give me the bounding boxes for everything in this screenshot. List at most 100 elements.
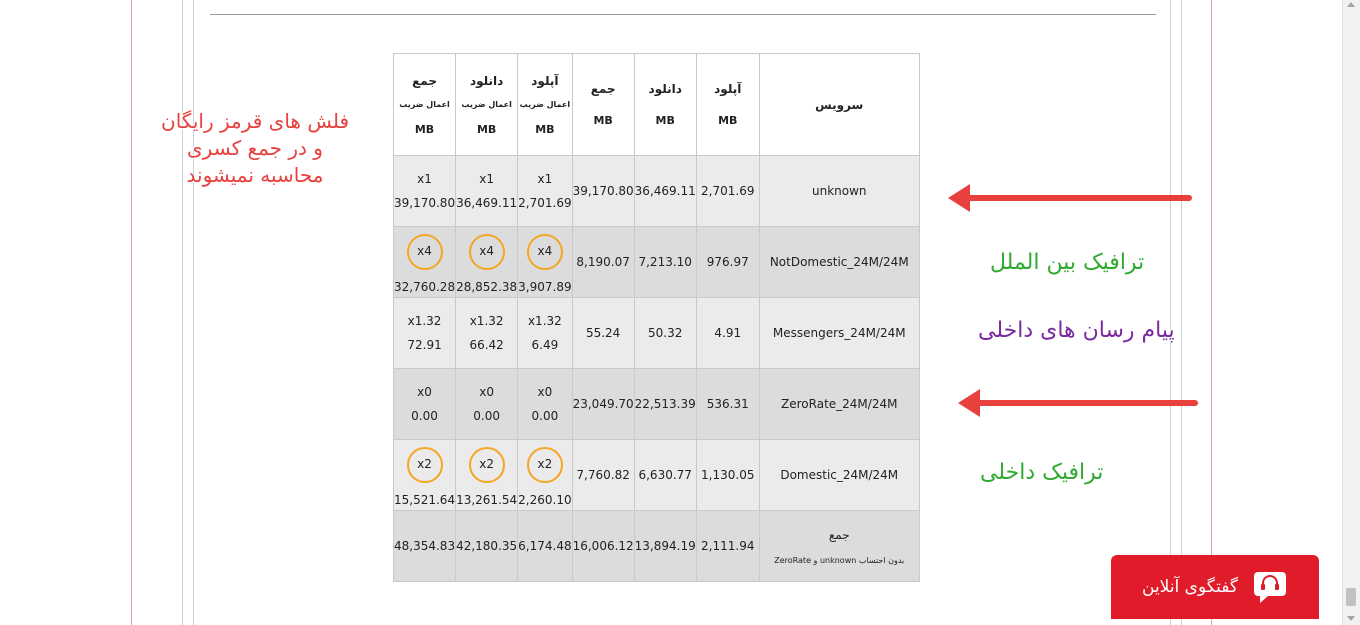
header-download: دانلود MB: [633, 53, 697, 156]
table-row: x4 32,760.28 x4 28,852.38 x4 3,907.89 8,190.07…: [392, 226, 920, 298]
totals-row: 48,354.83 42,180.35 6,174.48 16,006.12 1…: [392, 510, 920, 582]
cell-upload: 976.97: [695, 226, 760, 298]
multiplier-badge: x2: [406, 446, 443, 483]
header-multiplied-download: دانلود اعمال ضریب MB: [455, 53, 519, 156]
totals-multiplied-download: 42,180.35: [455, 510, 519, 582]
cell-multiplied-download: x1.32 66.42: [455, 297, 519, 369]
header-multiplied-upload: آپلود اعمال ضریب MB: [517, 53, 573, 156]
cell-download: 22,513.39: [633, 368, 697, 440]
cell-multiplied-download: x0 0.00: [455, 368, 519, 440]
cell-service: ZeroRate_24M/24M: [758, 368, 920, 440]
cell-total: 7,760.82: [571, 439, 635, 511]
header-service: سرویس: [758, 53, 920, 156]
table-row: x1.32 72.91 x1.32 66.42 x1.32 6.49 55.24 50.32 4…: [392, 297, 920, 369]
cell-download: 7,213.10: [633, 226, 697, 298]
table-header-row: جمع اعمال ضریب MB دانلود اعمال ضریب MB آ…: [392, 53, 920, 156]
domestic-traffic-label: ترافیک داخلی: [980, 460, 1104, 485]
header-upload: آپلود MB: [695, 53, 760, 156]
table-row: x1 39,170.80 x1 36,469.11 x1 2,701.69 39,170.8…: [392, 155, 920, 227]
cell-multiplied-upload: x4 3,907.89: [517, 226, 573, 298]
cell-upload: 1,130.05: [695, 439, 760, 511]
multiplied-value: 0.00: [473, 409, 500, 423]
multiplier-badge: x4: [406, 233, 443, 270]
multiplier-badge: x1: [537, 172, 553, 186]
cell-service: Messengers_24M/24M: [758, 297, 920, 369]
totals-multiplied-upload: 6,174.48: [517, 510, 573, 582]
multiplier-badge: x0: [417, 385, 432, 399]
multiplier-badge: x1.32: [527, 314, 562, 328]
multiplier-badge: x4: [526, 233, 563, 270]
traffic-table: جمع اعمال ضریب MB دانلود اعمال ضریب MB آ…: [392, 53, 920, 582]
cell-multiplied-upload: x1 2,701.69: [517, 155, 573, 227]
cell-multiplied-upload: x0 0.00: [517, 368, 573, 440]
cell-multiplied-upload: x2 2,260.10: [517, 439, 573, 511]
red-arrow-zerorate: [958, 389, 1198, 417]
multiplier-badge: x0: [479, 385, 494, 399]
totals-total: 16,006.12: [571, 510, 635, 582]
cell-multiplied-total: x1 39,170.80: [392, 155, 457, 227]
multiplier-badge: x1: [479, 172, 494, 186]
cell-total: 8,190.07: [571, 226, 635, 298]
cell-service: Domestic_24M/24M: [758, 439, 920, 511]
cell-multiplied-download: x4 28,852.38: [455, 226, 519, 298]
cell-multiplied-upload: x1.32 6.49: [517, 297, 573, 369]
cell-multiplied-total: x4 32,760.28: [392, 226, 457, 298]
cell-multiplied-download: x2 13,261.54: [455, 439, 519, 511]
multiplier-badge: x1.32: [407, 314, 442, 328]
domestic-messengers-label: پیام رسان های داخلی: [978, 318, 1175, 343]
multiplied-value: 36,469.11: [456, 196, 518, 210]
cell-download: 36,469.11: [633, 155, 697, 227]
multiplied-value: 28,852.38: [456, 279, 518, 294]
table-row: x0 0.00 x0 0.00 x0 0.00 23,049.70 22,513.39 536.…: [392, 368, 920, 440]
frame-left-red-line: [131, 0, 132, 625]
totals-upload: 2,111.94: [695, 510, 760, 582]
multiplied-value: 3,907.89: [518, 279, 572, 294]
cell-multiplied-total: x2 15,521.64: [392, 439, 457, 511]
vertical-scrollbar[interactable]: [1342, 0, 1360, 625]
multiplied-value: 0.00: [411, 409, 438, 423]
cell-service: unknown: [758, 155, 920, 227]
scroll-thumb[interactable]: [1346, 588, 1356, 606]
online-chat-label: گفتگوی آنلاین: [1142, 577, 1238, 597]
multiplied-value: 66.42: [469, 338, 504, 352]
frame-right-gray-line-2: [1181, 0, 1182, 625]
cell-service: NotDomestic_24M/24M: [758, 226, 920, 298]
scroll-down-icon[interactable]: [1347, 616, 1355, 621]
headset-chat-icon: [1252, 570, 1288, 604]
cell-total: 55.24: [571, 297, 635, 369]
multiplied-value: 2,701.69: [518, 196, 572, 210]
top-divider: [210, 14, 1156, 15]
multiplied-value: 15,521.64: [394, 492, 456, 507]
multiplied-value: 6.49: [531, 338, 559, 352]
free-arrows-note: فلش های قرمز رایگان و در جمع کسری محاسبه…: [161, 109, 349, 187]
multiplier-badge: x2: [468, 446, 505, 483]
online-chat-button[interactable]: گفتگوی آنلاین: [1111, 555, 1319, 619]
totals-download: 13,894.19: [633, 510, 697, 582]
cell-upload: 536.31: [695, 368, 760, 440]
cell-total: 23,049.70: [571, 368, 635, 440]
cell-total: 39,170.80: [571, 155, 635, 227]
frame-left-gray-line: [182, 0, 183, 625]
multiplied-value: 0.00: [531, 409, 559, 423]
cell-multiplied-total: x0 0.00: [392, 368, 457, 440]
cell-download: 6,630.77: [633, 439, 697, 511]
multiplied-value: 72.91: [407, 338, 442, 352]
totals-multiplied-total: 48,354.83: [392, 510, 457, 582]
multiplier-badge: x4: [468, 233, 505, 270]
scroll-up-icon[interactable]: [1347, 2, 1355, 7]
frame-right-red-line: [1211, 0, 1212, 625]
multiplier-badge: x0: [537, 385, 553, 399]
frame-right-gray-line: [1170, 0, 1171, 625]
frame-left-gray-line-2: [193, 0, 194, 625]
cell-download: 50.32: [633, 297, 697, 369]
red-arrow-unknown: [948, 184, 1192, 212]
multiplied-value: 39,170.80: [394, 196, 456, 210]
cell-upload: 4.91: [695, 297, 760, 369]
multiplier-badge: x1.32: [469, 314, 504, 328]
header-total: جمع MB: [571, 53, 635, 156]
multiplier-badge: x2: [526, 446, 563, 483]
multiplied-value: 13,261.54: [456, 492, 518, 507]
header-multiplied-total: جمع اعمال ضریب MB: [392, 53, 457, 156]
multiplied-value: 2,260.10: [518, 492, 572, 507]
cell-upload: 2,701.69: [695, 155, 760, 227]
